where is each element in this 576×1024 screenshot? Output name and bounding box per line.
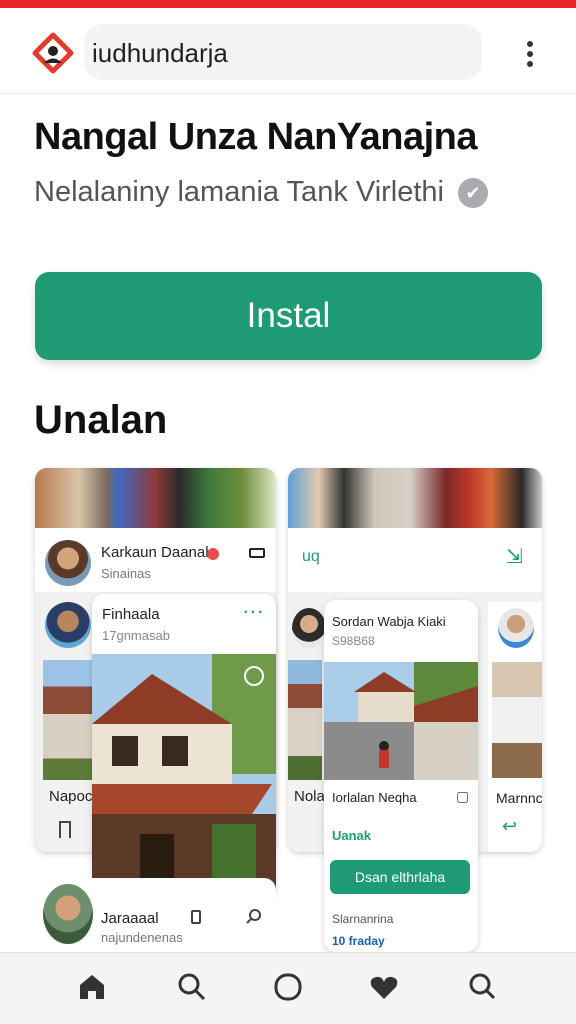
avatar [292,608,326,648]
post-meta: Slarnanrina [332,912,394,926]
home-icon[interactable] [72,967,112,1007]
app-subtitle: Nelalaniny lamania Tank Virlethi [34,176,444,208]
avatar [45,540,91,586]
person-photo [492,662,542,778]
battery-icon [249,548,265,558]
post-time: S98B68 [332,634,375,648]
post-time: 17gnmasab [102,628,170,643]
bookmark-icon [59,821,71,838]
profile-name: Jaraaaal [101,910,159,927]
install-button[interactable]: Instal [35,272,542,360]
app-header: iudhundarja [0,8,576,94]
post-date: 10 fraday [332,934,385,948]
circle-icon[interactable] [268,967,308,1007]
panel-header: uq ⇲ [288,528,542,592]
panel-header-label: uq [302,548,320,565]
post-action-button[interactable]: Dsan elthrlaha [330,860,470,894]
post-card[interactable]: Finhaala 17gnmasab ··· [92,594,276,900]
house-photo [92,654,276,900]
search-icon[interactable] [172,967,212,1007]
house-photo [288,660,322,780]
section-heading: Unalan [34,398,168,442]
post-tag: Uanak [332,828,372,843]
avatar [498,608,534,648]
avatar [45,602,91,648]
like-icon[interactable] [244,666,264,686]
right-column: Marnnc ↩ [488,602,542,852]
avatar [43,884,93,944]
profile-subtitle: Sinainas [101,566,151,581]
share-icon[interactable]: ⇲ [506,544,523,569]
reply-icon[interactable]: ↩ [502,816,517,837]
post-author: Sordan Wabja Kiaki [332,614,446,629]
search-icon[interactable] [245,908,263,926]
bottom-nav [0,952,576,1024]
post-author: Finhaala [102,606,160,623]
status-dot-icon [207,548,219,560]
post-caption: Iorlalan Neqha [332,790,417,805]
url-bar[interactable]: iudhundarja [84,24,482,80]
url-text: iudhundarja [92,38,228,68]
post-more-icon[interactable]: ··· [242,598,264,624]
app-logo-icon [32,32,74,74]
photo-strip [288,468,542,528]
profile-subtitle: najundenenas [101,930,183,945]
house-photo [43,660,95,780]
profile-name: Karkaun Daanal [101,544,209,561]
profile-card[interactable]: Jaraaaal najundenenas [35,878,276,950]
bookmark-icon[interactable] [191,910,201,924]
post-card[interactable]: Sordan Wabja Kiaki S98B68 Iorlalan Neqha… [324,600,478,952]
heart-icon[interactable] [364,967,404,1007]
profile-card: Karkaun Daanal Sinainas [35,528,276,592]
top-accent-bar [0,0,576,8]
verified-badge-icon: ✔ [458,178,488,208]
item-label: Marnnc [496,790,542,806]
bookmark-icon[interactable]: ▢ [456,788,469,805]
village-photo [324,662,478,780]
more-options-icon[interactable] [518,38,542,68]
item-label: Nola [294,788,325,805]
item-label: Napoc [49,788,93,805]
app-title: Nangal Unza NanYanajna [34,116,478,158]
search-icon[interactable] [462,967,502,1007]
photo-strip [35,468,276,528]
